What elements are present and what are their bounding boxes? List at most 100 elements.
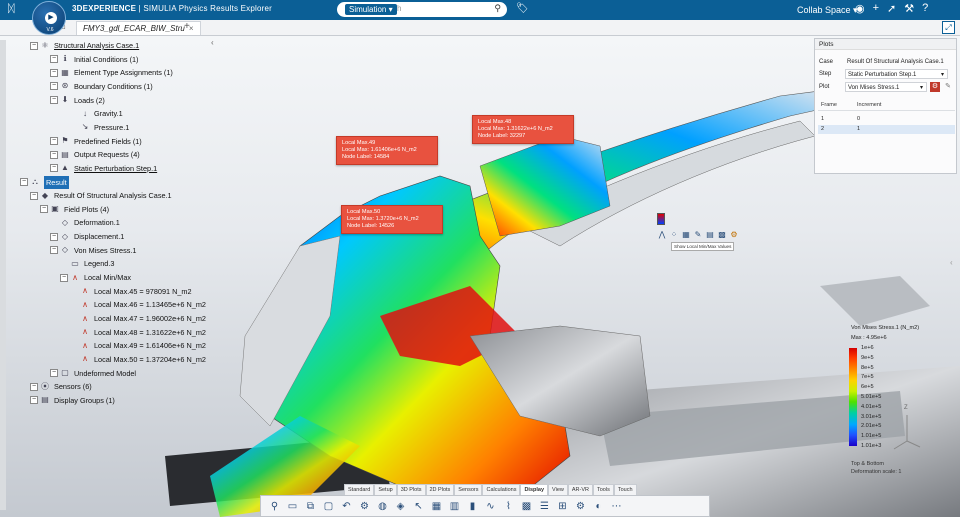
annotation-local-max-50[interactable]: Local Max.50 Local Max: 1.3720e+6 N_m2 N… [341,205,443,234]
gear-icon[interactable]: ⚙ [357,499,372,514]
table-row-increment[interactable]: 0 [857,116,860,122]
expand-toggle-icon[interactable]: − [50,96,58,105]
expand-toggle-icon[interactable]: − [30,41,38,50]
user-icon[interactable]: ◉ [855,2,865,15]
tree-item[interactable]: ∧ Local Max.46 = 1.13465e+6 N_m2 [70,298,206,311]
tree-item[interactable]: − ⬇ Loads (2) [50,94,105,107]
image-icon[interactable]: ▩ [717,230,727,240]
legend-icon[interactable]: ▮ [465,499,480,514]
expand-toggle-icon[interactable]: − [30,191,38,200]
tag-icon[interactable]: 🏷 [516,3,529,14]
paste-icon[interactable]: ▢ [321,499,336,514]
expand-toggle-icon[interactable]: − [50,369,58,378]
tree-item[interactable]: ∧ Local Max.45 = 978091 N_m2 [70,285,192,298]
expand-toggle-icon[interactable]: − [50,137,58,146]
expand-toggle-icon[interactable]: − [50,232,58,241]
tree-item[interactable]: − ◆ Result Of Structural Analysis Case.1 [30,189,172,202]
search-bar[interactable]: Simulation ▾ h ⚲ [337,2,507,17]
tree-item[interactable]: − ⛬ Result [20,175,69,189]
tree-item[interactable]: ↓ Gravity.1 [70,107,123,120]
copy-icon[interactable]: ⧉ [303,499,318,514]
legend-toggle-icon[interactable] [657,213,665,225]
collab-space-menu[interactable]: Collab Space ▾ [797,5,858,16]
tab-view[interactable]: View [548,484,568,495]
tools-icon[interactable]: ⚒ [904,2,914,15]
table-row-frame[interactable]: 2 [821,126,824,132]
step-select[interactable]: Static Perturbation Step.1 ▾ [845,69,948,79]
more-icon[interactable]: ⋯ [609,499,624,514]
settings-icon[interactable]: ⚙ [573,499,588,514]
axis-compass[interactable]: Z [892,405,922,450]
tab-standard[interactable]: Standard [344,484,375,495]
tree-item[interactable]: ∧ Local Max.47 = 1.96002e+6 N_m2 [70,312,206,325]
cursor-icon[interactable]: ↖ [411,499,426,514]
play-icon[interactable]: ▶ [45,12,57,24]
expand-toggle-icon[interactable]: − [60,273,68,282]
tab-document[interactable]: FMY3_gdl_ECAR_BIW_Stru × [76,21,201,35]
book-icon[interactable]: ▭ [285,499,300,514]
search-input[interactable]: h [397,4,401,13]
add-tab-button[interactable]: + [184,21,190,32]
undo-icon[interactable]: ↶ [339,499,354,514]
expand-toggle-icon[interactable]: − [50,246,58,255]
pencil-icon[interactable]: ✎ [693,230,703,240]
expand-toggle-icon[interactable]: − [50,82,58,91]
zoom-icon[interactable]: ⚲ [267,499,282,514]
side-handle-icon[interactable]: ‹ [950,258,953,267]
tab-sensors[interactable]: Sensors [454,484,483,495]
tab-3d-plots[interactable]: 3D Plots [396,484,426,495]
annotation-local-max-48[interactable]: Local Max.48 Local Max: 1.31622e+6 N_m2 … [472,115,574,144]
tab-2d-plots[interactable]: 2D Plots [425,484,455,495]
grid-icon[interactable]: ⊞ [555,499,570,514]
tree-item[interactable]: − ▢ Undeformed Model [50,367,136,380]
palette-icon[interactable]: ◐ [591,499,606,514]
tree-item[interactable]: ↘ Pressure.1 [70,121,130,134]
points-icon[interactable]: ⁘ [669,230,679,240]
color-legend[interactable]: Von Mises Stress.1 (N_m2) Max : 4.95e+6 … [846,324,946,474]
tree-item[interactable]: − ▲ Static Perturbation Step.1 [50,162,157,175]
tree-item[interactable]: − ⚑ Predefined Fields (1) [50,135,142,148]
tree-item[interactable]: − ▦ Element Type Assignments (1) [50,66,173,79]
curve-icon[interactable]: ∿ [483,499,498,514]
table-icon[interactable]: ▦ [429,499,444,514]
expand-toggle-icon[interactable]: − [50,55,58,64]
expand-icon[interactable]: ⤢ [942,21,955,34]
add-icon[interactable]: + [873,2,879,15]
expand-toggle-icon[interactable]: − [30,382,38,391]
plot-options-icon[interactable]: ⚙ [930,82,940,92]
search-icon[interactable]: ⚲ [494,3,501,14]
annotation-local-max-49[interactable]: Local Max.49 Local Max: 1.61406e+6 N_m2 … [336,136,438,165]
tree-item[interactable]: − ◇ Von Mises Stress.1 [50,244,136,257]
plot-select[interactable]: Von Mises Stress.1 ▾ [845,82,927,92]
tree-item[interactable]: ∧ Local Max.49 = 1.61406e+6 N_m2 [70,339,206,352]
tree-item[interactable]: ◇ Deformation.1 [50,216,120,229]
tree-item[interactable]: − ⊛ Boundary Conditions (1) [50,80,153,93]
tree-item[interactable]: − ℹ Initial Conditions (1) [50,53,139,66]
tab-ar-vr[interactable]: AR-VR [567,484,593,495]
table-row-frame[interactable]: 1 [821,116,824,122]
tree-item[interactable]: − ▤ Output Requests (4) [50,148,140,161]
grid-icon[interactable]: ▦ [681,230,691,240]
sphere-icon[interactable]: ◍ [375,499,390,514]
expand-toggle-icon[interactable]: − [50,68,58,77]
search-scope-select[interactable]: Simulation ▾ [345,4,397,15]
expand-toggle-icon[interactable]: − [40,205,48,214]
chart-icon[interactable]: ▥ [447,499,462,514]
plot-icon[interactable]: ⌇ [501,499,516,514]
cube-icon[interactable]: ◈ [393,499,408,514]
show-minmax-icon[interactable]: ⋀ [657,230,667,240]
tree-item[interactable]: − ◇ Displacement.1 [50,230,124,243]
tree-item[interactable]: − ∧ Local Min/Max [60,271,131,284]
expand-toggle-icon[interactable]: − [20,178,28,186]
settings-icon[interactable]: ⚙ [729,230,739,240]
help-icon[interactable]: ? [922,2,928,15]
tab-tools[interactable]: Tools [592,484,614,495]
layers-icon[interactable]: ☰ [537,499,552,514]
share-icon[interactable]: ➚ [887,2,896,15]
tree-item[interactable]: ∧ Local Max.50 = 1.37204e+6 N_m2 [70,353,206,366]
tree-item[interactable]: − ⦿ Sensors (6) [30,380,92,393]
tab-touch[interactable]: Touch [613,484,637,495]
tree-item[interactable]: − ▣ Field Plots (4) [40,203,109,216]
tree-item[interactable]: − ⚛ Structural Analysis Case.1 [30,39,139,52]
table-row-increment[interactable]: 1 [857,126,860,132]
